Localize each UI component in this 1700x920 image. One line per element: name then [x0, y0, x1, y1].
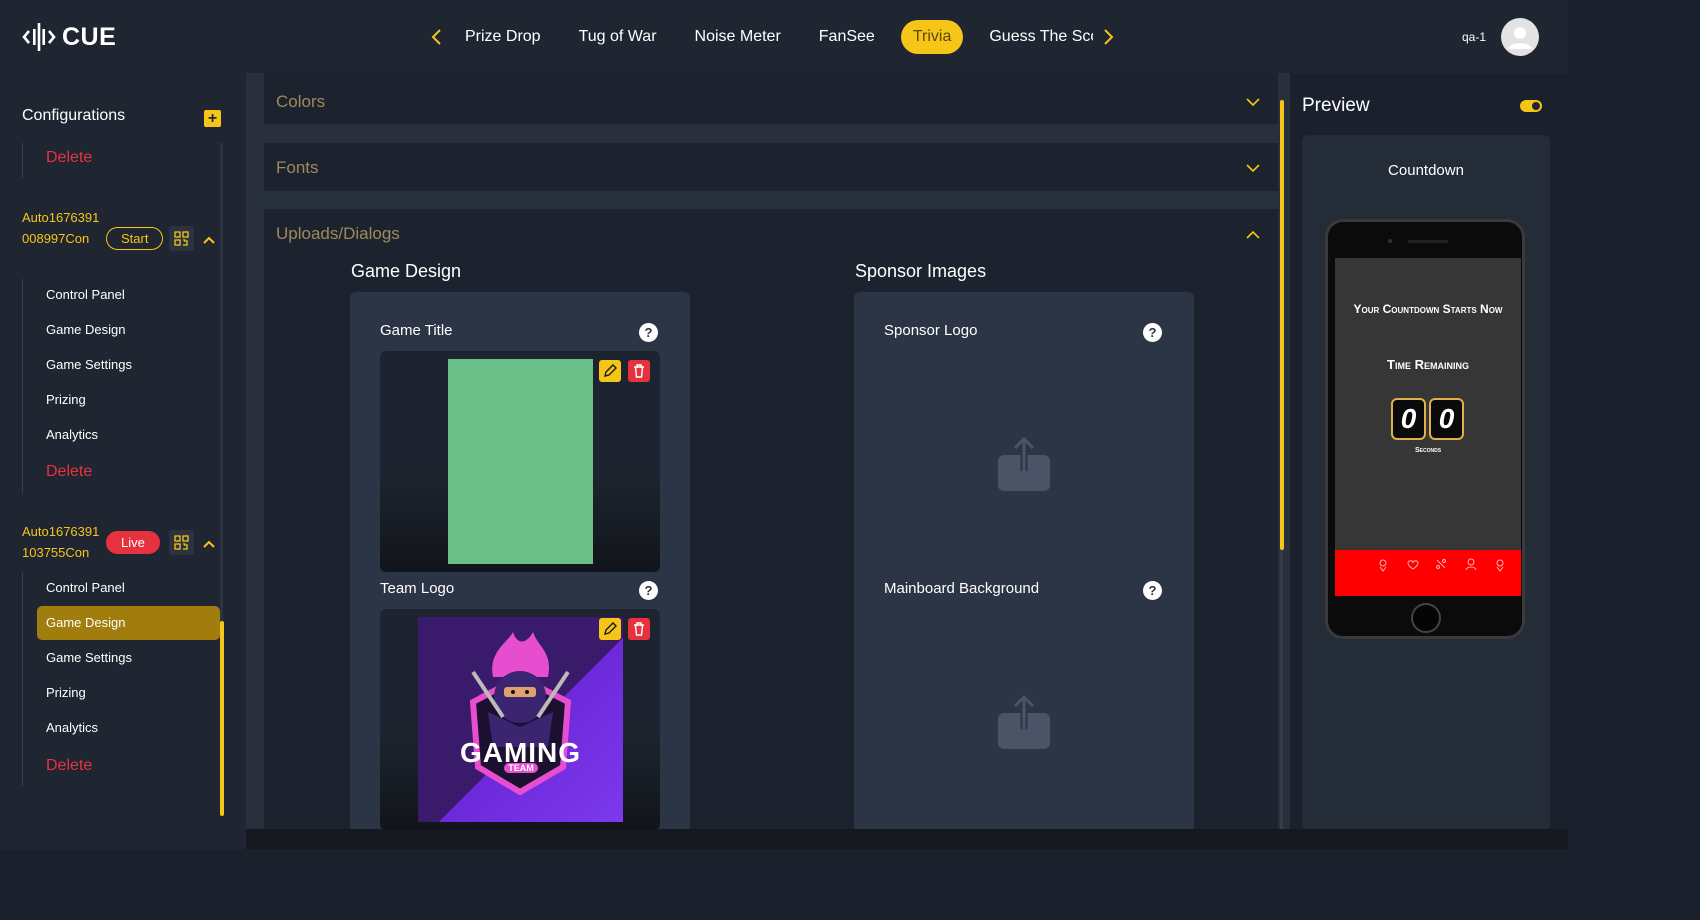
game-title-preview — [448, 359, 593, 564]
pencil-icon[interactable] — [599, 360, 621, 382]
preview-panel: Preview Countdown Your Countdown Starts … — [1290, 73, 1568, 849]
tab-prize-drop[interactable]: Prize Drop — [453, 20, 553, 54]
preview-toggle[interactable] — [1520, 100, 1542, 112]
phone-screen: Your Countdown Starts Now Time Remaining… — [1335, 258, 1521, 596]
team-logo-preview: GAMING TEAM — [418, 617, 623, 822]
delete-link[interactable]: Delete — [46, 757, 92, 775]
seconds-label: Seconds — [1414, 447, 1442, 454]
qr-code-icon[interactable] — [169, 530, 194, 555]
sidebar-item-analytics[interactable]: Analytics — [37, 711, 220, 745]
chevron-up-icon[interactable] — [203, 536, 217, 550]
main-scrollbar-thumb[interactable] — [1280, 100, 1284, 550]
main-content: Colors Fonts Uploads/Dialogs Game Design… — [246, 73, 1290, 829]
accordion-colors[interactable]: Colors — [264, 73, 1278, 124]
tab-guess-the-score[interactable]: Guess The Sco — [977, 20, 1093, 54]
chevron-up-icon[interactable] — [1246, 228, 1260, 242]
tree-line — [22, 572, 23, 786]
chevron-left-icon[interactable] — [425, 25, 447, 49]
sidebar-item-game-settings[interactable]: Game Settings — [37, 641, 220, 675]
game-tabs: Prize Drop Tug of War Noise Meter FanSee Tri… — [453, 20, 1093, 54]
game-title-image[interactable] — [380, 351, 660, 572]
sound-wave-icon — [22, 23, 56, 51]
help-icon[interactable]: ? — [639, 581, 658, 600]
user-name: qa-1 — [1462, 30, 1487, 44]
help-icon[interactable]: ? — [1143, 581, 1162, 600]
qr-code-icon[interactable] — [169, 226, 194, 251]
chevron-down-icon[interactable] — [1246, 161, 1260, 175]
upload-icon[interactable] — [997, 435, 1051, 493]
sidebar-item-analytics[interactable]: Analytics — [37, 418, 220, 452]
team-logo-subtext: TEAM — [504, 763, 538, 773]
cue-logo[interactable]: CUE — [22, 20, 116, 54]
sponsor-images-card: Sponsor Logo ? Mainboard Background ? — [854, 292, 1194, 829]
sidebar-item-game-settings[interactable]: Game Settings — [37, 348, 220, 382]
ninja-mascot-icon — [469, 632, 572, 796]
countdown-headline: Your Countdown Starts Now — [1353, 302, 1503, 316]
logo-text: CUE — [62, 22, 117, 51]
upload-label: Sponsor Logo — [884, 322, 978, 339]
tab-noise-meter[interactable]: Noise Meter — [683, 20, 793, 54]
preview-title: Preview — [1302, 95, 1370, 116]
preview-screen-name: Countdown — [1388, 162, 1464, 179]
nav-icons — [1379, 558, 1504, 572]
chevron-right-icon[interactable] — [1098, 25, 1120, 49]
accordion-title[interactable]: Uploads/Dialogs — [276, 224, 400, 244]
preview-card: Countdown Your Countdown Starts Now Time… — [1302, 135, 1550, 830]
top-bar: CUE Prize Drop Tug of War Noise Meter FanSe… — [0, 0, 1568, 73]
plus-icon[interactable]: + — [204, 110, 221, 127]
phone-nav-bar — [1335, 550, 1521, 596]
sidebar-item-control-panel[interactable]: Control Panel — [37, 571, 220, 605]
tree-line — [22, 143, 23, 178]
bottom-strip — [246, 829, 1568, 849]
camera-icon — [1388, 239, 1392, 243]
tab-fansee[interactable]: FanSee — [807, 20, 887, 54]
game-config-id[interactable]: Auto1676391103755Con — [22, 522, 104, 563]
game-design-title: Game Design — [351, 261, 462, 281]
trash-icon[interactable] — [628, 618, 650, 640]
sidebar-scrollbar-thumb[interactable] — [220, 621, 224, 816]
help-icon[interactable]: ? — [639, 323, 658, 342]
phone-mockup: Your Countdown Starts Now Time Remaining… — [1325, 219, 1525, 639]
tab-tug-of-war[interactable]: Tug of War — [567, 20, 669, 54]
configurations-title: Configurations — [22, 107, 126, 124]
sidebar: Configurations + Delete Auto167639100899… — [0, 73, 246, 849]
game-config-id[interactable]: Auto1676391008997Con — [22, 208, 104, 249]
team-logo-image[interactable]: GAMING TEAM — [380, 609, 660, 829]
time-remaining-label: Time Remaining — [1387, 357, 1469, 372]
countdown-digit: 0 — [1429, 398, 1464, 440]
user-avatar-icon[interactable] — [1501, 18, 1539, 56]
delete-link[interactable]: Delete — [46, 149, 92, 167]
home-button — [1411, 603, 1441, 633]
game-design-card: Game Title ? Team Logo ? GAMING TEAM — [350, 292, 690, 829]
sidebar-item-game-design[interactable]: Game Design — [37, 606, 220, 640]
sponsor-images-title: Sponsor Images — [855, 261, 987, 281]
upload-icon[interactable] — [997, 693, 1051, 751]
chevron-up-icon[interactable] — [203, 232, 217, 246]
trash-icon[interactable] — [628, 360, 650, 382]
countdown-digit: 0 — [1391, 398, 1426, 440]
chevron-down-icon[interactable] — [1246, 95, 1260, 109]
accordion-title: Fonts — [276, 158, 319, 177]
speaker-grille — [1408, 240, 1448, 243]
accordion-title: Colors — [276, 92, 326, 111]
upload-label: Team Logo — [380, 580, 455, 597]
live-badge[interactable]: Live — [106, 531, 160, 554]
upload-label: Mainboard Background — [884, 580, 1040, 597]
upload-label: Game Title — [380, 322, 453, 339]
pencil-icon[interactable] — [599, 618, 621, 640]
tree-line — [22, 279, 23, 493]
start-button[interactable]: Start — [106, 227, 164, 250]
sidebar-item-prizing[interactable]: Prizing — [37, 676, 220, 710]
help-icon[interactable]: ? — [1143, 323, 1162, 342]
sidebar-item-game-design[interactable]: Game Design — [37, 313, 220, 347]
accordion-fonts[interactable]: Fonts — [264, 143, 1278, 191]
tab-trivia[interactable]: Trivia — [900, 20, 964, 54]
sidebar-item-prizing[interactable]: Prizing — [37, 383, 220, 417]
sidebar-item-control-panel[interactable]: Control Panel — [37, 278, 220, 312]
accordion-uploads-dialogs: Uploads/Dialogs Game Design Sponsor Imag… — [264, 209, 1278, 829]
delete-link[interactable]: Delete — [46, 463, 92, 481]
